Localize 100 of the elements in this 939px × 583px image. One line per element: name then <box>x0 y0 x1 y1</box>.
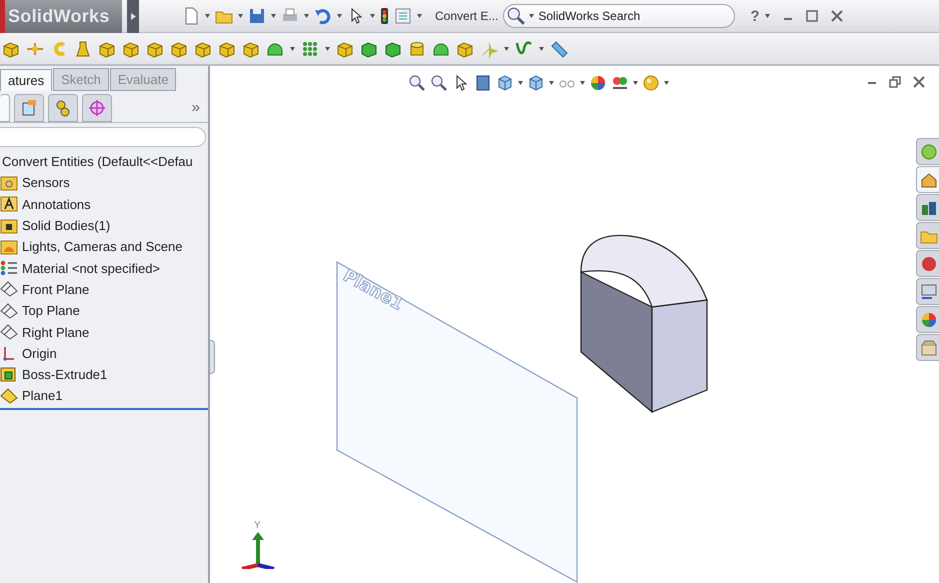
magnifier-icon[interactable] <box>506 6 526 26</box>
save-icon[interactable] <box>248 7 266 25</box>
caret-icon[interactable] <box>290 46 295 50</box>
tree-item[interactable]: Annotations <box>22 196 91 212</box>
house-icon[interactable] <box>920 170 938 188</box>
task-pane-button[interactable] <box>916 166 939 193</box>
block-icon[interactable] <box>146 40 164 58</box>
restore-icon[interactable] <box>889 76 901 88</box>
tree-item[interactable]: Lights, Cameras and Scene <box>22 239 182 254</box>
property-sheet-icon[interactable] <box>20 98 38 116</box>
caret-icon[interactable] <box>271 14 276 18</box>
tree-item[interactable]: Top Plane <box>22 303 80 318</box>
magnifier-icon[interactable] <box>430 74 448 92</box>
menu-expand-button[interactable] <box>127 0 139 32</box>
tree-item[interactable]: Boss-Extrude1 <box>22 367 108 382</box>
tree-item[interactable]: Front Plane <box>22 282 90 297</box>
caret-icon[interactable] <box>304 14 309 18</box>
task-pane-button[interactable] <box>916 306 939 333</box>
cube-icon[interactable] <box>527 74 545 92</box>
annotation-icon <box>0 196 18 212</box>
task-pane-button[interactable] <box>916 138 939 165</box>
task-pane-button[interactable] <box>916 278 939 305</box>
close-icon[interactable] <box>830 10 843 22</box>
caret-icon[interactable] <box>205 14 210 18</box>
maximize-icon[interactable] <box>806 10 818 22</box>
extrude-icon <box>0 366 18 383</box>
caret-icon[interactable] <box>539 46 544 50</box>
color-ball-icon[interactable] <box>589 74 607 92</box>
block-icon[interactable] <box>360 40 378 58</box>
crosshair-icon[interactable] <box>88 98 106 116</box>
rollback-bar[interactable] <box>0 408 208 410</box>
plane-icon <box>0 281 18 298</box>
caret-icon[interactable] <box>549 81 554 85</box>
color-ball-icon[interactable] <box>920 310 938 328</box>
block-icon[interactable] <box>170 40 188 58</box>
tree-root-item[interactable]: Convert Entities (Default<<Defau <box>2 154 193 170</box>
cylinder-icon[interactable] <box>408 40 426 58</box>
tree-item[interactable]: Right Plane <box>22 324 90 340</box>
box-icon[interactable] <box>920 338 938 356</box>
tree-item[interactable]: Material <not specified> <box>22 260 160 276</box>
solid-body-folder-icon <box>0 218 18 234</box>
caret-icon[interactable] <box>238 14 243 18</box>
caret-icon[interactable] <box>529 14 534 18</box>
lights-folder-icon <box>0 238 18 255</box>
caret-icon[interactable] <box>633 81 638 85</box>
tree-item[interactable]: Plane1 <box>22 388 62 404</box>
list-icon[interactable] <box>920 282 938 300</box>
tree-item[interactable]: Sensors <box>22 175 70 190</box>
plane-icon <box>0 388 18 404</box>
document-name: Convert E... <box>435 9 498 23</box>
cube-icon[interactable] <box>496 74 514 92</box>
caret-icon[interactable] <box>518 81 523 85</box>
search-field[interactable]: SolidWorks Search <box>503 4 736 28</box>
block-icon[interactable] <box>218 40 236 58</box>
caret-icon[interactable] <box>764 14 770 18</box>
globe-icon[interactable] <box>920 142 938 160</box>
task-pane-button[interactable] <box>916 250 939 277</box>
bell-icon[interactable] <box>74 40 92 58</box>
panel-icon-tab[interactable] <box>82 94 112 122</box>
caret-icon[interactable] <box>337 14 342 18</box>
block-icon[interactable] <box>242 40 260 58</box>
task-pane-button[interactable] <box>916 194 939 221</box>
block-icon[interactable] <box>384 40 402 58</box>
block-icon[interactable] <box>336 40 354 58</box>
panel-tab[interactable]: atures <box>0 69 52 91</box>
caret-icon[interactable] <box>664 81 669 85</box>
splitter-handle[interactable] <box>209 340 215 374</box>
block-icon[interactable] <box>122 40 140 58</box>
sensor-folder-icon <box>0 174 18 191</box>
panel-icon-tab[interactable] <box>48 94 78 122</box>
block-icon[interactable] <box>456 40 474 58</box>
ball-icon[interactable] <box>920 254 938 272</box>
scene-icon[interactable] <box>611 74 629 92</box>
book-icon[interactable] <box>474 74 492 92</box>
block-icon[interactable] <box>2 40 20 58</box>
axis-triad: Y <box>242 520 274 569</box>
block-icon[interactable] <box>194 40 212 58</box>
caret-icon[interactable] <box>417 14 422 18</box>
traffic-light-icon[interactable] <box>380 7 389 25</box>
close-icon[interactable] <box>913 76 925 88</box>
help-button[interactable]: ? <box>750 8 760 24</box>
filter-field[interactable] <box>0 127 206 147</box>
caret-icon[interactable] <box>580 81 585 85</box>
caret-icon[interactable] <box>504 46 509 50</box>
tree-item[interactable]: Origin <box>22 346 57 361</box>
magnifier-icon[interactable] <box>408 74 426 92</box>
panel-icon-tab[interactable] <box>14 94 44 122</box>
more-tabs-button[interactable]: » <box>192 99 200 116</box>
configuration-icon[interactable] <box>54 98 72 116</box>
tree-item[interactable]: Solid Bodies(1) <box>22 218 110 234</box>
task-pane-button[interactable] <box>916 334 939 361</box>
sphere-icon[interactable] <box>642 74 660 92</box>
caret-icon[interactable] <box>370 14 375 18</box>
ruler-icon[interactable] <box>550 40 568 58</box>
caret-icon[interactable] <box>325 46 330 50</box>
undo-icon[interactable] <box>314 7 332 25</box>
dot-grid-icon[interactable] <box>301 40 319 58</box>
plane-icon <box>0 302 18 319</box>
list-icon[interactable] <box>394 7 412 25</box>
block-icon[interactable] <box>98 40 116 58</box>
